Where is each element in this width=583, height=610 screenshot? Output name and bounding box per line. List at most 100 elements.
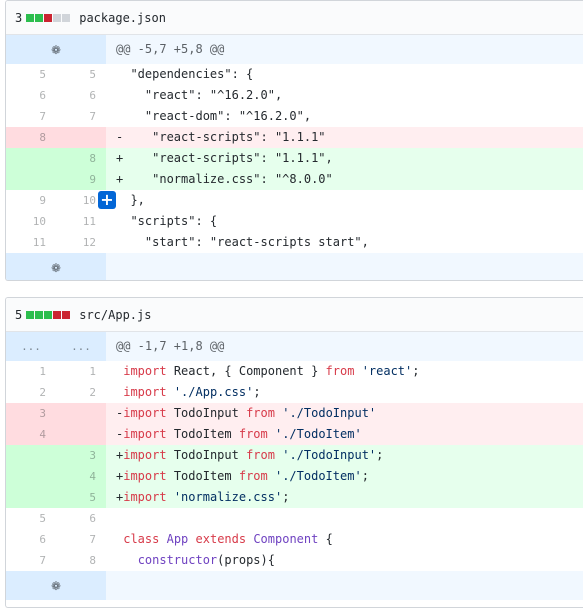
code-token: './TodoItem' [274,469,362,483]
new-line-number[interactable]: 7 [56,106,106,127]
new-line-number[interactable]: 8 [56,550,106,571]
new-line-number[interactable]: 11 [56,211,106,232]
context-line: 56 [6,508,583,529]
expand-down-row: ❁ [6,253,583,280]
code-token: './TodoInput' [282,448,377,462]
new-line-number[interactable] [56,424,106,445]
code-token: from [238,469,268,483]
file-name[interactable]: src/App.js [79,308,151,322]
code-content: "scripts": { [106,211,583,232]
context-line: 11 import React, { Component } from 'rea… [6,361,583,382]
old-line-number[interactable]: 6 [6,529,56,550]
expand-down-button[interactable]: ❁ [6,571,106,600]
code-token: 'normalize.css' [173,490,283,504]
code-token: }, [116,193,145,207]
added-line: 5 +import 'normalize.css'; [6,487,583,508]
expand-up-button[interactable]: ❁ [6,35,106,64]
old-line-number[interactable]: 5 [6,508,56,529]
old-line-number[interactable]: 6 [6,85,56,106]
diffstat-bar [26,310,71,319]
code-token: './TodoInput' [282,406,377,420]
added-line: 3 +import TodoInput from './TodoInput'; [6,445,583,466]
code-token: ; [253,385,261,399]
new-line-number[interactable] [56,403,106,424]
new-line-number[interactable]: 2 [56,382,106,403]
file-name[interactable]: package.json [79,11,166,25]
unfold-icon[interactable]: ❁ [51,35,60,64]
context-line: 66 "react": "^16.2.0", [6,85,583,106]
code-token: App [166,532,189,546]
deleted-line: 4 -import TodoItem from './TodoItem' [6,424,583,445]
old-line-number[interactable] [6,148,56,169]
context-line: 67 class App extends Component { [6,529,583,550]
code-content: constructor(props){ [106,550,583,571]
new-line-number[interactable]: 4 [56,466,106,487]
unfold-icon[interactable]: ❁ [51,571,60,600]
code-content: "react-dom": "^16.2.0", [106,106,583,127]
code-content: import './App.css'; [106,382,583,403]
old-line-number[interactable]: 8 [6,127,56,148]
old-line-number[interactable]: 7 [6,106,56,127]
code-content: + "react-scripts": "1.1.1", [106,148,583,169]
new-line-number[interactable]: 3 [56,445,106,466]
old-line-number[interactable] [6,487,56,508]
context-line: 55 "dependencies": { [6,64,583,85]
new-line-number[interactable]: 9 [56,169,106,190]
old-line-number[interactable]: 9 [6,190,56,211]
old-line-number[interactable]: 4 [6,424,56,445]
old-line-number[interactable]: 3 [6,403,56,424]
code-token: import [123,427,167,441]
expand-down-button[interactable]: ❁ [6,253,106,280]
added-line: 9 + "normalize.css": "^8.0.0" [6,169,583,190]
code-token: ; [282,490,290,504]
code-content: +import 'normalize.css'; [106,487,583,508]
new-line-number[interactable] [56,127,106,148]
code-content: "dependencies": { [106,64,583,85]
diffstat-deletion-square [62,310,71,319]
deleted-line: 3 -import TodoInput from './TodoInput' [6,403,583,424]
old-line-number[interactable]: 7 [6,550,56,571]
code-token: "react-dom": "^16.2.0", [116,109,312,123]
old-line-number[interactable]: 5 [6,64,56,85]
code-token: (props){ [217,553,275,567]
code-token: "start": "react-scripts start", [116,235,369,249]
old-line-number[interactable] [6,445,56,466]
added-line: 4 +import TodoItem from './TodoItem'; [6,466,583,487]
old-line-number[interactable] [6,466,56,487]
deleted-line: 8 - "react-scripts": "1.1.1" [6,127,583,148]
code-token: 'react' [361,364,413,378]
new-line-number[interactable]: 1 [56,361,106,382]
old-line-number[interactable]: 10 [6,211,56,232]
diffstat-addition-square [35,13,44,22]
hunk-range: @@ -1,7 +1,8 @@ [106,332,583,361]
code-token: from [325,364,355,378]
code-content: }, [106,190,583,211]
code-token: "dependencies": { [116,67,254,81]
new-line-number[interactable]: 5 [56,487,106,508]
unfold-icon[interactable]: ❁ [51,253,60,280]
code-token: import [123,364,167,378]
file-header: 3 package.json [6,1,583,35]
new-line-number[interactable]: 8 [56,148,106,169]
new-line-number[interactable]: 6 [56,508,106,529]
diffstat-addition-square [35,310,44,319]
old-line-number[interactable]: 11 [6,232,56,253]
add-comment-button[interactable]: + [98,191,116,209]
hunk-dots-old[interactable]: ... [6,332,56,361]
hunk-dots-new[interactable]: ... [56,332,106,361]
code-token: from [246,448,275,462]
new-line-number[interactable]: 6 [56,85,106,106]
new-line-number[interactable]: 5 [56,64,106,85]
diffstat-bar [26,13,71,22]
code-token: ; [376,448,384,462]
old-line-number[interactable] [6,169,56,190]
added-line: 8 + "react-scripts": "1.1.1", [6,148,583,169]
new-line-number[interactable]: 7 [56,529,106,550]
old-line-number[interactable]: 1 [6,361,56,382]
new-line-number[interactable]: 12 [56,232,106,253]
old-line-number[interactable]: 2 [6,382,56,403]
